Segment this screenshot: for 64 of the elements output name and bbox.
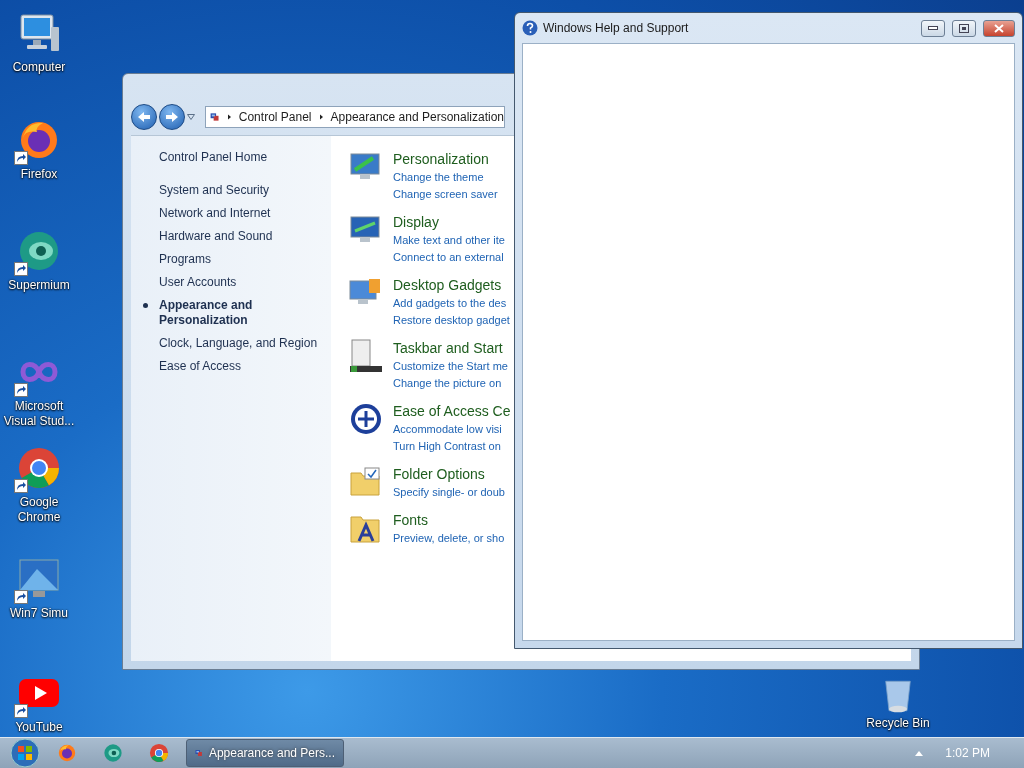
desktop-icon-label[interactable]: Firefox xyxy=(1,167,77,182)
task-link[interactable]: Specify single- or doub xyxy=(393,484,505,501)
breadcrumb-item[interactable]: Appearance and Personalization xyxy=(330,110,504,124)
task-link[interactable]: Add gadgets to the des xyxy=(393,295,507,312)
sidebar-link[interactable]: System and Security xyxy=(143,183,319,198)
close-button[interactable] xyxy=(983,19,1015,37)
sidebar-link[interactable]: Appearance and Personalization xyxy=(143,298,319,328)
category-title[interactable]: Folder Options xyxy=(393,465,485,484)
close-icon xyxy=(994,23,1004,33)
sidebar-link[interactable]: Control Panel Home xyxy=(143,150,319,165)
category-title[interactable]: Personalization xyxy=(393,150,489,169)
category-title[interactable]: Taskbar and Start xyxy=(393,339,503,358)
arrow-right-icon xyxy=(165,111,179,123)
document-icon xyxy=(349,339,383,373)
desktop-icon-label[interactable]: Recycle Bin xyxy=(860,716,936,731)
task-link[interactable]: Customize the Start me xyxy=(393,358,508,375)
chevron-right-icon[interactable] xyxy=(227,113,231,121)
chrome-icon xyxy=(17,446,61,490)
taskbar-window-button[interactable]: Appearance and Pers... xyxy=(186,739,344,767)
desktop-icon-label[interactable]: Win7 Simu xyxy=(1,606,77,621)
category-title[interactable]: Ease of Access Ce xyxy=(393,402,511,421)
recycle-bin-icon xyxy=(883,678,913,714)
chevron-right-icon[interactable] xyxy=(319,113,323,121)
task-link[interactable]: Change the theme xyxy=(393,169,484,186)
category-title[interactable]: Fonts xyxy=(393,511,428,530)
task-link[interactable]: Accommodate low visi xyxy=(393,421,502,438)
arrow-left-icon xyxy=(137,111,151,123)
supermium-icon xyxy=(103,743,123,763)
accessibility-icon xyxy=(349,402,383,436)
folder-icon xyxy=(349,465,383,499)
supermium-icon xyxy=(17,229,61,273)
task-link[interactable]: Change screen saver xyxy=(393,186,498,203)
task-link[interactable]: Connect to an external xyxy=(393,249,504,266)
window-title: Windows Help and Support xyxy=(543,21,690,35)
dropdown-caret-icon[interactable] xyxy=(187,114,195,120)
sidebar-link[interactable]: User Accounts xyxy=(143,275,319,290)
sidebar-link[interactable]: Ease of Access xyxy=(143,359,319,374)
sidebar-link[interactable]: Network and Internet xyxy=(143,206,319,221)
task-link[interactable]: Change the picture on xyxy=(393,375,502,392)
task-link[interactable]: Preview, delete, or sho xyxy=(393,530,505,547)
category-title[interactable]: Display xyxy=(393,213,439,232)
back-button[interactable] xyxy=(131,104,157,130)
sidebar-link[interactable]: Clock, Language, and Region xyxy=(143,336,319,351)
chrome-icon xyxy=(149,743,169,763)
minimize-icon xyxy=(928,26,938,30)
maximize-button[interactable] xyxy=(952,19,976,37)
forward-button[interactable] xyxy=(159,104,185,130)
desktop-icon-label[interactable]: Microsoft Visual Stud... xyxy=(1,399,77,429)
sidebar-link[interactable]: Hardware and Sound xyxy=(143,229,319,244)
restore-icon xyxy=(959,23,969,33)
task-link[interactable]: Make text and other ite xyxy=(393,232,505,249)
task-link[interactable]: Restore desktop gadget xyxy=(393,312,510,329)
desktop-icon-label[interactable]: YouTube xyxy=(1,720,77,735)
firefox-icon xyxy=(57,743,77,763)
task-link[interactable]: Turn High Contrast on xyxy=(393,438,501,455)
desktop-icon-label[interactable]: Supermium xyxy=(1,278,77,293)
sidebar-link[interactable]: Programs xyxy=(143,252,319,267)
breadcrumb-item[interactable]: Control Panel xyxy=(238,110,312,124)
address-bar[interactable]: Control Panel Appearance and Personalization xyxy=(205,106,505,128)
desktop-icon-label[interactable]: Google Chrome xyxy=(1,495,77,525)
category-title[interactable]: Desktop Gadgets xyxy=(393,276,502,295)
desktop-icon-label[interactable]: Computer xyxy=(1,60,77,75)
help-icon xyxy=(522,20,538,36)
minimize-button[interactable] xyxy=(921,19,945,37)
